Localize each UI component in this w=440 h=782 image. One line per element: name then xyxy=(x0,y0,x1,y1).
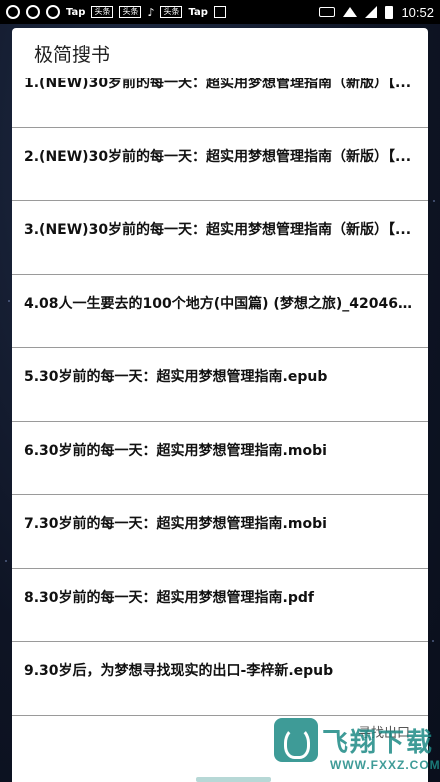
tap-notification-icon: Tap xyxy=(188,6,208,18)
list-item[interactable]: 3.(NEW)30岁前的每一天：超实用梦想管理指南（新版）【... xyxy=(12,201,428,275)
tiktok-notification-icon: ♪ xyxy=(147,5,155,19)
toutiao-notification-icon: 头条 xyxy=(119,6,142,18)
list-item[interactable]: 6.30岁前的每一天：超实用梦想管理指南.mobi xyxy=(12,422,428,495)
result-title: 1.(NEW)30岁前的每一天：超实用梦想管理指南（新版）【... xyxy=(24,78,412,91)
watermark-url: WWW.FXXZ.COM xyxy=(330,758,440,772)
list-item[interactable]: 1.(NEW)30岁前的每一天：超实用梦想管理指南（新版）【... xyxy=(12,78,428,128)
status-bar: Tap 头条 头条 ♪ 头条 Tap 10:52 xyxy=(0,0,440,24)
site-watermark: 飞翔下载 WWW.FXXZ.COM xyxy=(272,716,440,782)
list-item[interactable]: 8.30岁前的每一天：超实用梦想管理指南.pdf xyxy=(12,569,428,642)
list-item[interactable]: 4.08人一生要去的100个地方(中国篇) (梦想之旅)_4204616... xyxy=(12,275,428,348)
list-item[interactable]: 5.30岁前的每一天：超实用梦想管理指南.epub xyxy=(12,348,428,422)
clock-time: 10:52 xyxy=(401,4,434,20)
bottom-scroll-indicator xyxy=(196,777,271,782)
keyboard-icon xyxy=(319,7,336,17)
tap-notification-icon: Tap xyxy=(66,6,86,18)
battery-icon xyxy=(385,5,394,19)
app-notification-icon xyxy=(26,5,40,19)
result-title: 9.30岁后，为梦想寻找现实的出口-李梓新.epub xyxy=(24,663,334,679)
result-title: 4.08人一生要去的100个地方(中国篇) (梦想之旅)_4204616... xyxy=(24,295,418,312)
signal-icon xyxy=(365,6,378,18)
toutiao-notification-icon: 头条 xyxy=(160,6,183,18)
app-notification-icon xyxy=(46,5,60,19)
feixiang-logo-icon xyxy=(274,718,318,762)
app-notification-icon xyxy=(213,6,226,18)
dialog-title: 极简搜书 xyxy=(34,44,111,66)
list-item[interactable]: 7.30岁前的每一天：超实用梦想管理指南.mobi xyxy=(12,495,428,569)
list-item[interactable]: 2.(NEW)30岁前的每一天：超实用梦想管理指南（新版）【... xyxy=(12,128,428,201)
search-results-dialog: 极简搜书 1.(NEW)30岁前的每一天：超实用梦想管理指南（新版）【... 2… xyxy=(12,28,428,782)
list-item[interactable]: 9.30岁后，为梦想寻找现实的出口-李梓新.epub xyxy=(12,642,428,716)
watermark-name: 飞翔下载 xyxy=(322,728,435,758)
app-notification-icon xyxy=(6,5,20,19)
result-title: 5.30岁前的每一天：超实用梦想管理指南.epub xyxy=(24,369,328,385)
results-list[interactable]: 1.(NEW)30岁前的每一天：超实用梦想管理指南（新版）【... 2.(NEW… xyxy=(12,78,428,748)
result-title: 7.30岁前的每一天：超实用梦想管理指南.mobi xyxy=(24,516,327,532)
result-title: 6.30岁前的每一天：超实用梦想管理指南.mobi xyxy=(24,442,327,459)
result-title: 8.30岁前的每一天：超实用梦想管理指南.pdf xyxy=(24,589,314,606)
result-title: 2.(NEW)30岁前的每一天：超实用梦想管理指南（新版）【... xyxy=(24,148,412,165)
toutiao-notification-icon: 头条 xyxy=(91,6,114,18)
wifi-icon xyxy=(343,7,358,17)
result-title: 3.(NEW)30岁前的每一天：超实用梦想管理指南（新版）【... xyxy=(24,222,412,238)
